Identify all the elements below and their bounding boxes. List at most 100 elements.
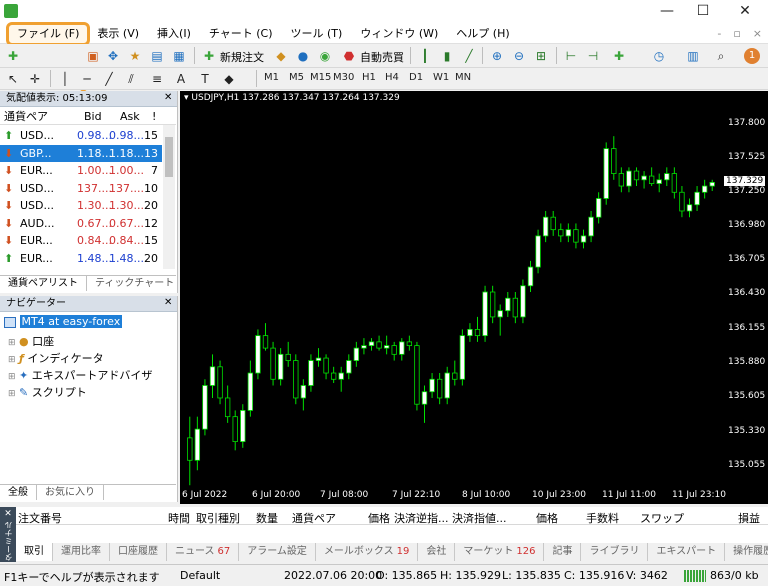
minimize-button[interactable]: —: [648, 3, 686, 19]
fibonacci-icon[interactable]: ≡: [148, 70, 166, 88]
terminal-tab[interactable]: 運用比率: [53, 543, 110, 561]
chart-shift-icon[interactable]: ⊢: [562, 47, 580, 65]
text-label-icon[interactable]: T: [196, 70, 214, 88]
market-watch-row[interactable]: ⬆ EUR... 1.48... 1.48... 20: [0, 250, 162, 267]
expand-icon[interactable]: ⊞: [8, 389, 16, 399]
col-spread[interactable]: !: [152, 108, 156, 125]
signals-icon[interactable]: ◉: [316, 47, 334, 65]
search-icon[interactable]: ⌕: [712, 47, 730, 65]
autoscroll-icon[interactable]: ⊣: [584, 47, 602, 65]
tile-windows-icon[interactable]: ⊞: [532, 47, 550, 65]
terminal-column-header[interactable]: 損益: [738, 510, 760, 526]
market-watch-row[interactable]: ⬇ EUR... 0.84... 0.84... 15: [0, 232, 162, 249]
menu-file[interactable]: ファイル (F): [5, 21, 91, 46]
expand-icon[interactable]: ⊞: [8, 355, 16, 365]
terminal-column-header[interactable]: 価格: [368, 510, 390, 526]
terminal-tab[interactable]: ニュース 67: [167, 543, 240, 561]
col-symbol[interactable]: 通貨ペア: [4, 108, 48, 125]
terminal-column-header[interactable]: スワップ: [640, 510, 684, 526]
nav-item-accounts[interactable]: ⊞ ● 口座: [8, 333, 54, 349]
periods-icon[interactable]: ◷: [650, 47, 668, 65]
terminal-column-header[interactable]: 決済指値...: [452, 510, 507, 526]
cursor-icon[interactable]: ↖: [4, 70, 22, 88]
terminal-tab[interactable]: 会社: [418, 543, 456, 561]
market-watch-row[interactable]: ⬆ USD... 0.98... 0.98... 15: [0, 127, 162, 144]
navigator-icon[interactable]: ▦: [170, 47, 188, 65]
crosshair-move-icon[interactable]: ✥: [104, 47, 122, 65]
timeframe-w1[interactable]: W1: [433, 72, 449, 83]
expand-icon[interactable]: ⊞: [8, 372, 16, 382]
expand-icon[interactable]: ⊞: [8, 338, 16, 348]
menu-chart[interactable]: チャート (C): [200, 24, 282, 44]
terminal-column-header[interactable]: 価格: [536, 510, 558, 526]
terminal-tab[interactable]: マーケット 126: [455, 543, 545, 561]
notifications-badge[interactable]: 1: [744, 48, 760, 64]
market-watch-close-button[interactable]: ✕: [164, 92, 172, 103]
market-watch-row[interactable]: ⬇ USD... 1.30... 1.30... 20: [0, 197, 162, 214]
terminal-column-header[interactable]: 決済逆指...: [394, 510, 449, 526]
market-watch-icon[interactable]: ★: [126, 47, 144, 65]
market-watch-scrollbar[interactable]: [163, 125, 175, 269]
mdi-restore-button[interactable]: ▫: [727, 24, 746, 44]
auto-trading-button[interactable]: 自動売買: [360, 49, 404, 65]
navigator-close-button[interactable]: ✕: [164, 297, 172, 308]
terminal-column-header[interactable]: 時間: [168, 510, 190, 526]
navigator-root[interactable]: MT4 at easy-forex: [4, 315, 123, 331]
timeframe-m15[interactable]: M15: [310, 72, 331, 83]
zoom-out-icon[interactable]: ⊖: [510, 47, 528, 65]
chart-area[interactable]: ▾ USDJPY,H1 137.286 137.347 137.264 137.…: [180, 91, 722, 503]
timeframe-m30[interactable]: M30: [333, 72, 354, 83]
nav-item-scripts[interactable]: ⊞ ✎ スクリプト: [8, 384, 87, 400]
terminal-column-header[interactable]: 数量: [256, 510, 278, 526]
crosshair-icon[interactable]: ✛: [26, 70, 44, 88]
menu-help[interactable]: ヘルプ (H): [447, 24, 518, 44]
mdi-minimize-button[interactable]: -: [711, 24, 727, 44]
timeframe-m5[interactable]: M5: [289, 72, 304, 83]
community-icon[interactable]: ●: [294, 47, 312, 65]
market-watch-row[interactable]: ⬇ EUR... 1.00... 1.00... 7: [0, 162, 162, 179]
terminal-tab[interactable]: 取引: [16, 543, 53, 561]
tab-symbols[interactable]: 通貨ペアリスト: [0, 276, 87, 291]
line-chart-icon[interactable]: ╱: [460, 47, 478, 65]
terminal-column-header[interactable]: 注文番号: [18, 510, 62, 526]
terminal-tab[interactable]: 操作履歴: [725, 543, 768, 561]
menu-view[interactable]: 表示 (V): [88, 24, 148, 44]
terminal-tab[interactable]: 記事: [544, 543, 582, 561]
timeframe-mn[interactable]: MN: [455, 72, 471, 83]
terminal-tab[interactable]: ライブラリ: [581, 543, 649, 561]
terminal-tab[interactable]: エキスパート: [648, 543, 726, 561]
bar-chart-icon[interactable]: ┃: [416, 47, 434, 65]
indicators-icon[interactable]: ✚: [610, 47, 628, 65]
nav-item-indicators[interactable]: ⊞ ƒ インディケータ: [8, 350, 104, 366]
new-chart-icon[interactable]: ✚: [4, 47, 22, 65]
data-window-icon[interactable]: ▤: [148, 47, 166, 65]
terminal-tab[interactable]: メールボックス 19: [316, 543, 419, 561]
zoom-in-icon[interactable]: ⊕: [488, 47, 506, 65]
market-watch-row[interactable]: ⬇ GBP... 1.18... 1.18... 13: [0, 144, 162, 162]
candle-chart-icon[interactable]: ▮: [438, 47, 456, 65]
terminal-close-button[interactable]: ✕: [0, 507, 16, 519]
market-watch-row[interactable]: ⬇ AUD... 0.67... 0.67... 12: [0, 215, 162, 232]
col-ask[interactable]: Ask: [120, 108, 140, 125]
channel-icon[interactable]: ⫽: [122, 70, 140, 88]
vertical-line-icon[interactable]: │: [56, 70, 74, 88]
new-order-icon[interactable]: ✚: [200, 47, 218, 65]
terminal-tab[interactable]: 口座履歴: [110, 543, 167, 561]
templates-icon[interactable]: ▥: [684, 47, 702, 65]
new-order-button[interactable]: 新規注文: [220, 49, 264, 65]
col-bid[interactable]: Bid: [84, 108, 102, 125]
timeframe-h4[interactable]: H4: [385, 72, 399, 83]
horizontal-line-icon[interactable]: ─: [78, 70, 96, 88]
maximize-button[interactable]: ☐: [684, 3, 722, 19]
terminal-column-header[interactable]: 手数料: [586, 510, 619, 526]
arrows-icon[interactable]: ◆: [220, 70, 238, 88]
market-watch-row[interactable]: ⬇ USD... 137.... 137.... 10: [0, 180, 162, 197]
timeframe-m1[interactable]: M1: [264, 72, 279, 83]
terminal-column-header[interactable]: 取引種別: [196, 510, 240, 526]
metaeditor-icon[interactable]: ◆: [272, 47, 290, 65]
tab-favorites[interactable]: お気に入り: [37, 485, 104, 500]
auto-trading-icon[interactable]: ⬣: [340, 47, 358, 65]
terminal-tab[interactable]: アラーム設定: [239, 543, 316, 561]
mdi-close-button[interactable]: ×: [747, 24, 768, 44]
close-button[interactable]: ✕: [726, 3, 764, 19]
